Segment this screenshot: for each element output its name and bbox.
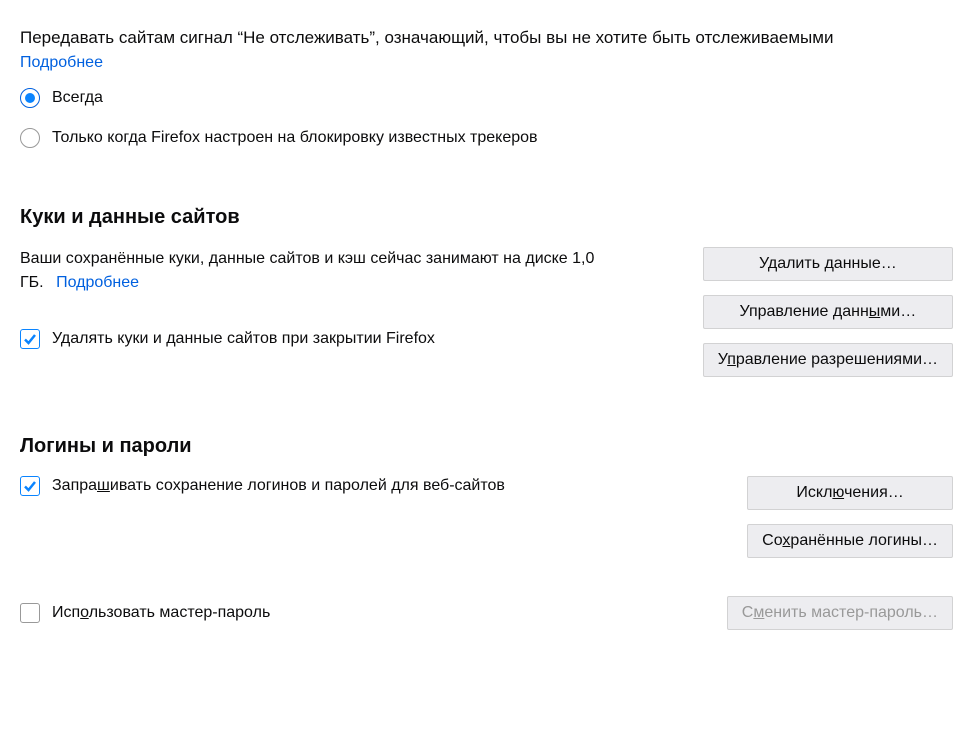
dnt-radio-group: Всегда Только когда Firefox настроен на … — [20, 88, 953, 148]
manage-data-button[interactable]: Управление данными… — [703, 295, 953, 329]
dnt-option-always-label: Всегда — [52, 89, 103, 107]
manage-permissions-button[interactable]: Управление разрешениями… — [703, 343, 953, 377]
cookies-section: Ваши сохранённые куки, данные сайтов и к… — [20, 247, 953, 377]
checkbox-icon — [20, 476, 40, 496]
cookies-learn-more-link[interactable]: Подробнее — [56, 274, 139, 291]
change-master-password-button: Сменить мастер-пароль… — [727, 596, 953, 630]
dnt-learn-more-link[interactable]: Подробнее — [20, 54, 103, 71]
saved-logins-button[interactable]: Сохранённые логины… — [747, 524, 953, 558]
cookies-buttons: Удалить данные… Управление данными… Упра… — [703, 247, 953, 377]
use-master-password-checkbox[interactable]: Использовать мастер-пароль — [20, 603, 270, 623]
logins-section: Запрашивать сохранение логинов и паролей… — [20, 476, 953, 630]
cookies-summary-prefix: Ваши сохранённые куки, данные сайтов и к… — [20, 250, 572, 267]
use-master-password-label: Использовать мастер-пароль — [52, 604, 270, 622]
cookies-heading: Куки и данные сайтов — [20, 206, 953, 229]
radio-icon — [20, 88, 40, 108]
dnt-section: Передавать сайтам сигнал “Не отслеживать… — [20, 28, 953, 148]
delete-on-close-label: Удалять куки и данные сайтов при закрыти… — [52, 330, 435, 348]
dnt-option-always[interactable]: Всегда — [20, 88, 953, 108]
dnt-option-only-trackers[interactable]: Только когда Firefox настроен на блокиро… — [20, 128, 953, 148]
clear-data-button[interactable]: Удалить данные… — [703, 247, 953, 281]
dnt-description: Передавать сайтам сигнал “Не отслеживать… — [20, 28, 953, 48]
cookies-summary: Ваши сохранённые куки, данные сайтов и к… — [20, 247, 600, 295]
dnt-option-only-trackers-label: Только когда Firefox настроен на блокиро… — [52, 129, 538, 147]
delete-on-close-checkbox[interactable]: Удалять куки и данные сайтов при закрыти… — [20, 329, 600, 349]
logins-heading: Логины и пароли — [20, 435, 953, 458]
radio-icon — [20, 128, 40, 148]
logins-top-row: Запрашивать сохранение логинов и паролей… — [20, 476, 953, 558]
ask-save-logins-label: Запрашивать сохранение логинов и паролей… — [52, 477, 505, 495]
cookies-left: Ваши сохранённые куки, данные сайтов и к… — [20, 247, 600, 349]
checkbox-icon — [20, 329, 40, 349]
ask-save-logins-checkbox[interactable]: Запрашивать сохранение логинов и паролей… — [20, 476, 505, 496]
exceptions-button[interactable]: Исключения… — [747, 476, 953, 510]
checkbox-icon — [20, 603, 40, 623]
logins-bottom-row: Использовать мастер-пароль Сменить масте… — [20, 596, 953, 630]
logins-buttons: Исключения… Сохранённые логины… — [747, 476, 953, 558]
